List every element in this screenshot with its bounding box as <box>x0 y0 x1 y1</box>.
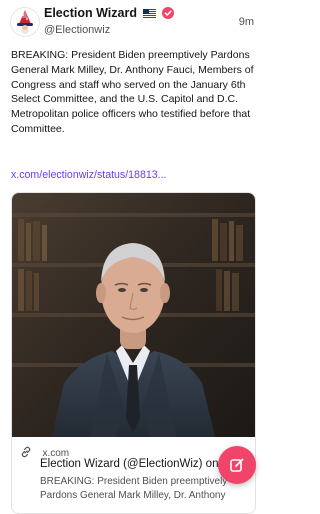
card-domain-row: x.com <box>20 443 69 459</box>
author-name-row[interactable]: Election Wizard <box>44 6 174 20</box>
compose-button[interactable] <box>218 446 256 484</box>
wizard-avatar-icon <box>11 8 39 36</box>
link-icon <box>21 446 31 458</box>
card-image <box>12 193 255 437</box>
post-timestamp: 9m <box>238 16 254 28</box>
author-handle[interactable]: @Electionwiz <box>44 24 110 37</box>
card-description: BREAKING: President Biden preemptively P… <box>40 476 228 501</box>
post-header: Election Wizard @Electionwiz 9m <box>0 0 265 44</box>
post-link[interactable]: x.com/electionwiz/status/18813... <box>11 168 166 182</box>
author-display-name[interactable]: Election Wizard <box>44 6 137 20</box>
post-text: BREAKING: President Biden preemptively P… <box>11 49 254 135</box>
avatar[interactable] <box>11 8 39 36</box>
verified-badge-icon <box>161 7 174 19</box>
compose-icon <box>230 458 244 472</box>
us-flag-icon <box>143 9 157 18</box>
